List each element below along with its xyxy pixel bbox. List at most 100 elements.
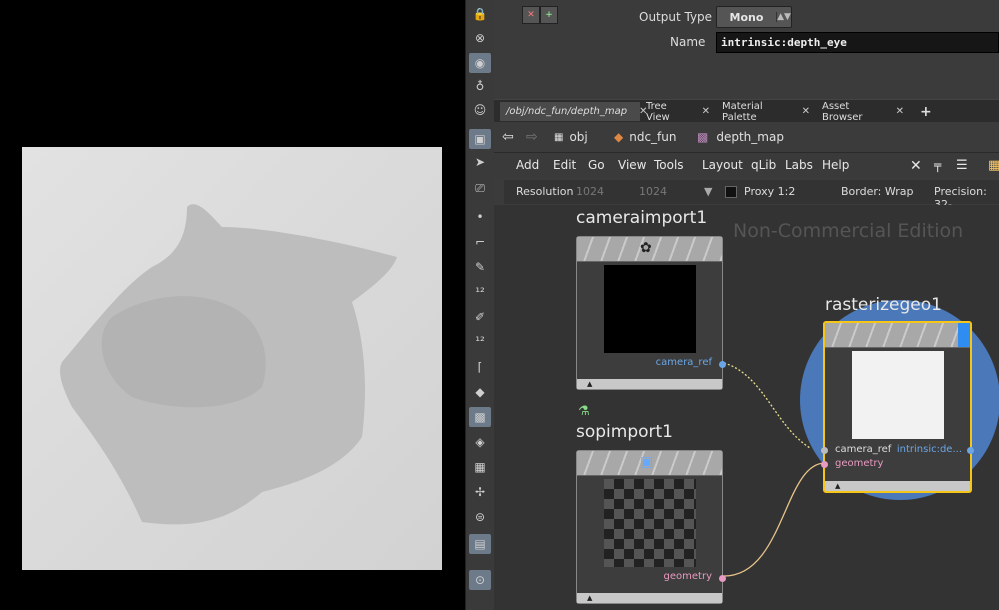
node-preview [852, 351, 944, 439]
axis-icon[interactable]: ✢ [469, 482, 491, 502]
sopimport-node[interactable]: ▣ geometry ▲ [576, 450, 726, 604]
globe-icon[interactable]: ⊙ [469, 570, 491, 590]
node-preview [604, 265, 696, 353]
menu-labs[interactable]: Labs [785, 158, 813, 172]
menu-add[interactable]: Add [516, 158, 539, 172]
menu-qlib[interactable]: qLib [751, 158, 776, 172]
texture-icon[interactable]: ▦ [469, 457, 491, 477]
node-header: ✿ [577, 237, 722, 262]
close-icon[interactable]: ✕ [896, 106, 904, 117]
light-icon[interactable]: ♁ [469, 76, 491, 96]
shape-icon[interactable]: ◆ [469, 382, 491, 402]
intrinsic-output: intrinsic:de... [896, 444, 962, 455]
breadcrumb-ndc[interactable]: ◆ ndc_fun [614, 127, 677, 147]
node-title: rasterizegeo1 [825, 295, 942, 315]
border-label: Border: Wrap [841, 185, 914, 198]
brush-icon[interactable]: ✐ [469, 307, 491, 327]
tab-label: /obj/ndc_fun/depth_map [506, 106, 628, 117]
geometry-input: geometry [835, 458, 884, 469]
node-header: ▣ [577, 451, 722, 476]
close-icon[interactable]: ✕ [802, 106, 810, 117]
resolution-bar: Resolution 1024 1024 ▼ Proxy 1:2 Border:… [504, 180, 999, 211]
tab-material-palette[interactable]: Material Palette ✕ [716, 101, 816, 123]
menu-edit[interactable]: Edit [553, 158, 576, 172]
curve-icon[interactable]: ⌈ [469, 357, 491, 377]
pick-icon[interactable]: ⌐ [469, 232, 491, 252]
depth-render-image [22, 147, 442, 570]
updown-icon: ▲▼ [776, 12, 791, 22]
resolution-width-field[interactable]: 1024 [576, 185, 604, 198]
input-port[interactable] [821, 447, 828, 454]
output-type-dropdown[interactable]: Mono ▲▼ [716, 6, 792, 28]
ghost-icon[interactable]: ☺ [469, 100, 491, 120]
resolution-label: Resolution [516, 185, 574, 198]
folder-icon: ▦ [554, 131, 564, 143]
tab-tree-view[interactable]: Tree View ✕ [640, 100, 716, 123]
right-pane: ✕ + Output Type Mono ▲▼ Name intrinsic:d… [494, 0, 999, 610]
name-field[interactable]: intrinsic:depth_eye [716, 32, 999, 53]
number-icon[interactable]: ¹² [469, 282, 491, 302]
breadcrumb-label: ndc_fun [629, 130, 677, 144]
output-type-value: Mono [729, 10, 764, 24]
dot-icon[interactable]: • [469, 207, 491, 227]
image-icon[interactable]: ▤ [469, 534, 491, 554]
disc-icon[interactable]: ⊜ [469, 507, 491, 527]
output-port[interactable] [967, 447, 974, 454]
number-icon[interactable]: ¹² [469, 331, 491, 351]
geo-icon: ▣ [640, 454, 654, 470]
forward-icon[interactable]: ⇨ [526, 127, 538, 147]
proxy-checkbox[interactable] [725, 186, 737, 198]
pin-icon[interactable]: ⊗ [469, 28, 491, 48]
menu-view[interactable]: View [618, 158, 646, 172]
node-footer: ▲ [577, 379, 722, 389]
network-menubar: ✕ ╤ ☰ ▦ Add Edit Go View Tools Layout qLib Labs… [494, 153, 999, 178]
add-tab-icon[interactable]: + [914, 102, 938, 121]
camera-icon[interactable]: ▣ [469, 129, 491, 149]
tree-icon[interactable]: ╤ [934, 158, 941, 172]
cop-icon: ▩ [697, 130, 709, 144]
input-port[interactable] [821, 461, 828, 468]
path-bar: ⇦ ⇨ ▦ obj ◆ ndc_fun ▩ depth_map [494, 122, 999, 153]
list-icon[interactable]: ☰ [956, 158, 968, 173]
pane-tabs: /obj/ndc_fun/depth_map ✕ Tree View ✕ Mater… [494, 99, 999, 123]
menu-tools[interactable]: Tools [654, 158, 684, 172]
node-footer: ▲ [577, 593, 722, 603]
node-title: sopimport1 [576, 422, 673, 442]
pen-icon[interactable]: ✎ [469, 257, 491, 277]
depth-shape [60, 204, 397, 525]
breadcrumb-depth[interactable]: ▩ depth_map [697, 127, 784, 147]
tab-network[interactable]: /obj/ndc_fun/depth_map ✕ [500, 102, 647, 121]
cameraimport-node[interactable]: ✿ camera_ref ▲ [576, 236, 726, 390]
add-icon[interactable]: + [540, 6, 558, 24]
menu-help[interactable]: Help [822, 158, 849, 172]
breadcrumb-obj[interactable]: ▦ obj [554, 127, 588, 147]
tab-asset-browser[interactable]: Asset Browser ✕ [816, 101, 910, 123]
display-icon[interactable]: ⎚ [469, 178, 491, 198]
select-icon[interactable]: ➤ [469, 152, 491, 172]
plane-icon[interactable]: ◈ [469, 432, 491, 452]
network-view[interactable]: Non-Commercial Edition cameraimport1 ✿ c… [494, 205, 999, 610]
view-icon[interactable]: ◉ [469, 53, 491, 73]
close-icon[interactable]: ✕ [702, 106, 710, 117]
display-flag[interactable] [958, 323, 970, 347]
breadcrumb-label: depth_map [716, 130, 784, 144]
checker-icon[interactable]: ▩ [469, 407, 491, 427]
output-port[interactable] [719, 575, 726, 582]
tab-label: Tree View [646, 100, 670, 123]
grid-icon[interactable]: ▦ [988, 158, 999, 173]
back-icon[interactable]: ⇦ [502, 127, 514, 147]
menu-layout[interactable]: Layout [702, 158, 743, 172]
resolution-dropdown-icon[interactable]: ▼ [704, 185, 712, 198]
node-footer: ▲ [825, 481, 970, 491]
menu-go[interactable]: Go [588, 158, 605, 172]
lock-icon[interactable]: 🔒 [469, 4, 491, 24]
output-port[interactable] [719, 361, 726, 368]
close-icon[interactable]: ✕ [522, 6, 540, 24]
scene-viewport[interactable] [0, 0, 465, 610]
rasterizegeo-node[interactable]: camera_ref intrinsic:de... geometry ▲ [821, 321, 974, 493]
tools-icon[interactable]: ✕ [910, 158, 922, 174]
camera-ref-input: camera_ref [835, 444, 892, 455]
resolution-height-field[interactable]: 1024 [639, 185, 667, 198]
parameter-panel: ✕ + Output Type Mono ▲▼ Name intrinsic:d… [494, 0, 999, 95]
camera-icon: ✿ [640, 240, 652, 256]
